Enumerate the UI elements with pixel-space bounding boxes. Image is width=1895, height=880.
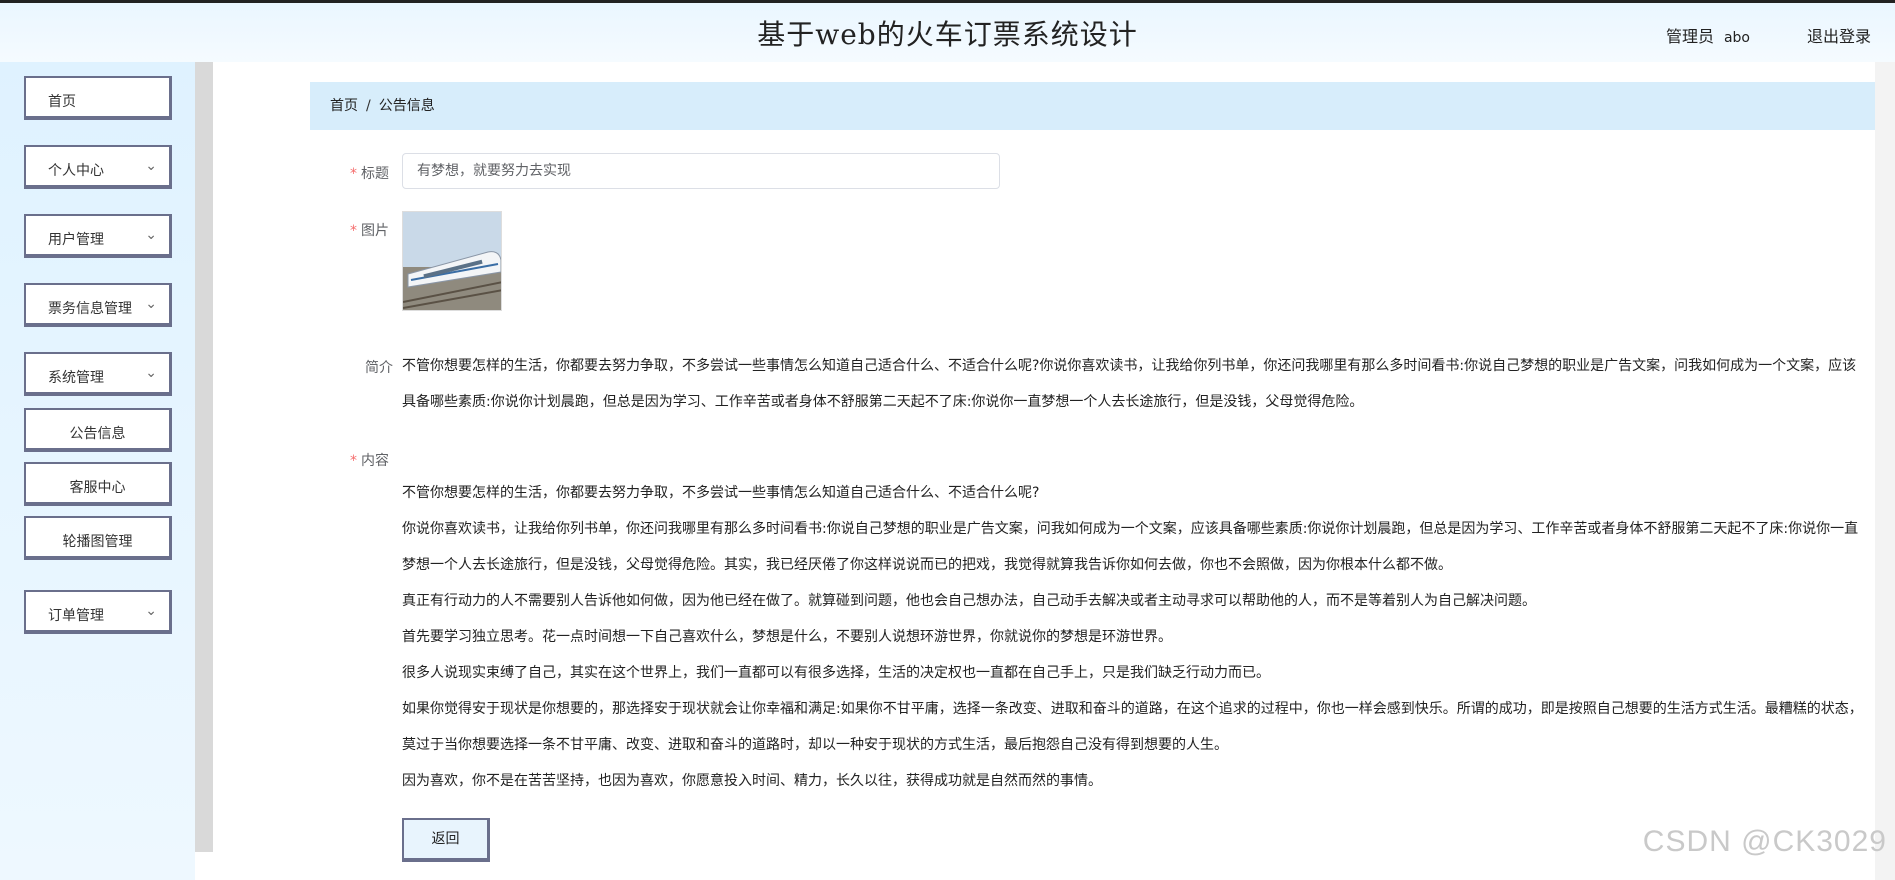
train-image[interactable] (402, 211, 502, 311)
content-paragraph: 因为喜欢，你不是在苦苦坚持，也因为喜欢，你愿意投入时间、精力，长久以往，获得成功… (402, 773, 1102, 789)
intro-label: 简介 (365, 360, 393, 376)
content-paragraph: 真正有行动力的人不需要别人告诉他如何做，因为他已经在做了。就算碰到问题，他也会自… (402, 593, 1536, 609)
sidebar-item-label: 公告信息 (69, 426, 126, 442)
sidebar-item-label: 个人中心 (48, 163, 104, 179)
content-paragraph: 很多人说现实束缚了自己，其实在这个世界上，我们一直都可以有很多选择，生活的决定权… (402, 665, 1270, 681)
chevron-down-icon: ⌄ (145, 603, 157, 619)
user-info: 管理员 abo (1666, 23, 1750, 47)
logout-button[interactable]: 退出登录 (1807, 23, 1871, 47)
user-name: abo (1723, 30, 1750, 46)
user-role: 管理员 (1665, 27, 1714, 46)
sidebar-item-label: 客服中心 (69, 480, 126, 496)
sidebar-item-system-management[interactable]: 系统管理 ⌄ (24, 352, 172, 396)
page-scrollbar[interactable] (1875, 62, 1895, 880)
sidebar-item-ticket-management[interactable]: 票务信息管理 ⌄ (24, 283, 172, 327)
chevron-down-icon: ⌄ (145, 365, 157, 381)
sidebar-item-label: 订单管理 (48, 608, 104, 624)
sidebar-item-label: 轮播图管理 (62, 534, 133, 550)
breadcrumb: 首页 / 公告信息 (310, 82, 1875, 130)
content-paragraph: 如果你觉得安于现状是你想要的，那选择安于现状就会让你幸福和满足:如果你不甘平庸，… (402, 701, 1863, 753)
sidebar-item-home[interactable]: 首页 (24, 76, 172, 120)
watermark: CSDN @CK3029 (1642, 825, 1887, 858)
sidebar-subitem-carousel[interactable]: 轮播图管理 (24, 516, 172, 560)
breadcrumb-current: 公告信息 (378, 98, 435, 114)
sidebar-subitem-announcements[interactable]: 公告信息 (24, 408, 172, 452)
back-button[interactable]: 返回 (402, 818, 490, 862)
sidebar-item-personal-center[interactable]: 个人中心 ⌄ (24, 145, 172, 189)
chevron-down-icon: ⌄ (145, 227, 157, 243)
content-label: * 内容 (350, 453, 389, 469)
chevron-down-icon: ⌄ (145, 296, 157, 312)
sidebar-item-order-management[interactable]: 订单管理 ⌄ (24, 590, 172, 634)
breadcrumb-home[interactable]: 首页 (330, 98, 358, 114)
sidebar-item-user-management[interactable]: 用户管理 ⌄ (24, 214, 172, 258)
app-title: 基于web的火车订票系统设计 (757, 18, 1138, 51)
content-body: 不管你想要怎样的生活，你都要去努力争取，不多尝试一些事情怎么知道自己适合什么、不… (402, 475, 1867, 799)
breadcrumb-separator: / (366, 98, 371, 114)
sidebar-item-label: 票务信息管理 (48, 301, 132, 317)
chevron-down-icon: ⌄ (145, 158, 157, 174)
title-label: * 标题 (350, 166, 389, 182)
sidebar-item-label: 用户管理 (48, 232, 104, 248)
sidebar-item-label: 首页 (48, 94, 76, 110)
content-paragraph: 首先要学习独立思考。花一点时间想一下自己喜欢什么，梦想是什么，不要别人说想环游世… (402, 629, 1172, 645)
title-input[interactable]: 有梦想，就要努力去实现 (402, 153, 1000, 189)
image-label: * 图片 (350, 223, 389, 239)
sidebar-scrollbar[interactable] (195, 62, 213, 852)
sidebar-item-label: 系统管理 (48, 370, 104, 386)
content-paragraph: 不管你想要怎样的生活，你都要去努力争取，不多尝试一些事情怎么知道自己适合什么、不… (402, 485, 1040, 501)
top-header: 基于web的火车订票系统设计 管理员 abo 退出登录 (0, 0, 1895, 62)
content-paragraph: 你说你喜欢读书，让我给你列书单，你还问我哪里有那么多时间看书:你说自己梦想的职业… (402, 521, 1859, 573)
train-photo-icon (403, 212, 501, 310)
sidebar-subitem-customer-service[interactable]: 客服中心 (24, 462, 172, 506)
intro-text: 不管你想要怎样的生活，你都要去努力争取，不多尝试一些事情怎么知道自己适合什么、不… (402, 358, 1857, 410)
